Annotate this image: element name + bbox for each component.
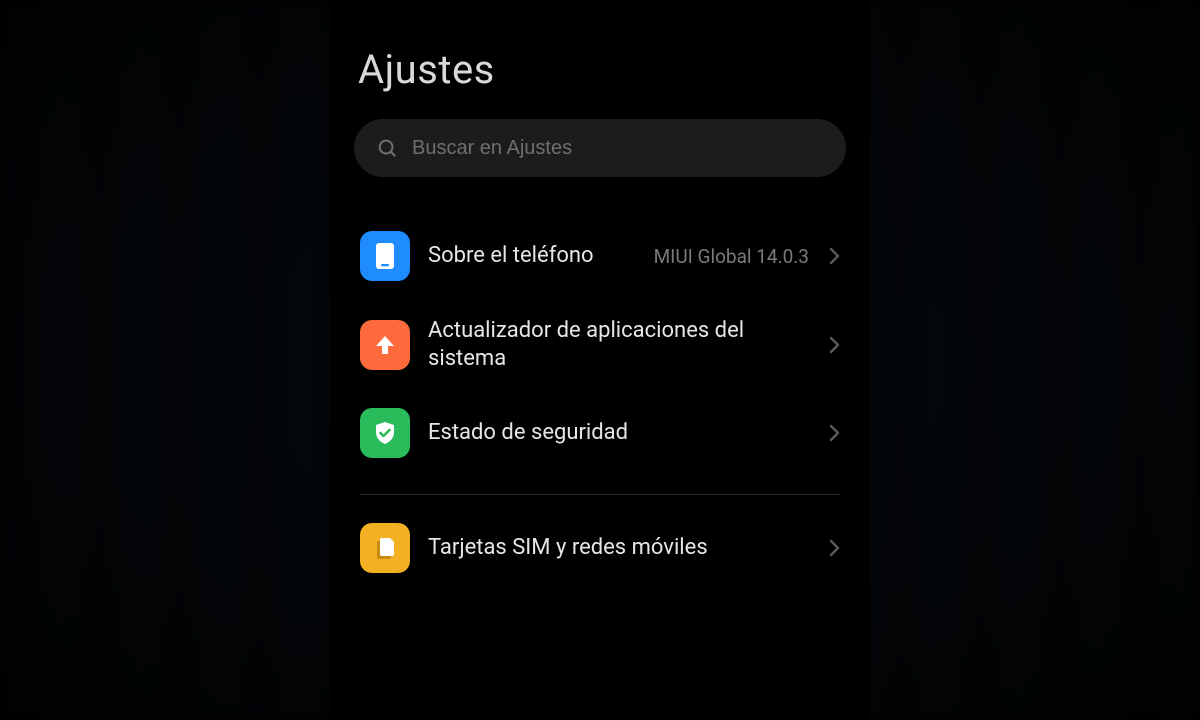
chevron-right-icon (829, 336, 840, 354)
search-icon (376, 137, 398, 159)
row-system-apps-updater[interactable]: Actualizador de aplicaciones del sistema (354, 299, 846, 390)
row-sim-mobile-networks[interactable]: Tarjetas SIM y redes móviles (354, 505, 846, 591)
chevron-right-icon (829, 247, 840, 265)
row-label: Estado de seguridad (428, 419, 811, 447)
row-value: MIUI Global 14.0.3 (654, 245, 809, 268)
chevron-right-icon (829, 424, 840, 442)
phone-icon (360, 231, 410, 281)
row-about-phone[interactable]: Sobre el teléfono MIUI Global 14.0.3 (354, 213, 846, 299)
row-security-status[interactable]: Estado de seguridad (354, 390, 846, 476)
shield-check-icon (360, 408, 410, 458)
search-field[interactable] (354, 119, 846, 177)
section-divider (360, 494, 840, 495)
row-label: Sobre el teléfono (428, 242, 636, 270)
chevron-right-icon (829, 539, 840, 557)
row-label: Actualizador de aplicaciones del sistema (428, 317, 811, 372)
sim-cards-icon (360, 523, 410, 573)
settings-screen: Ajustes Sobre el teléfono MIUI Global 14… (330, 0, 870, 720)
row-label: Tarjetas SIM y redes móviles (428, 534, 811, 562)
page-title: Ajustes (358, 46, 842, 93)
search-input[interactable] (412, 137, 824, 160)
update-arrow-icon (360, 320, 410, 370)
